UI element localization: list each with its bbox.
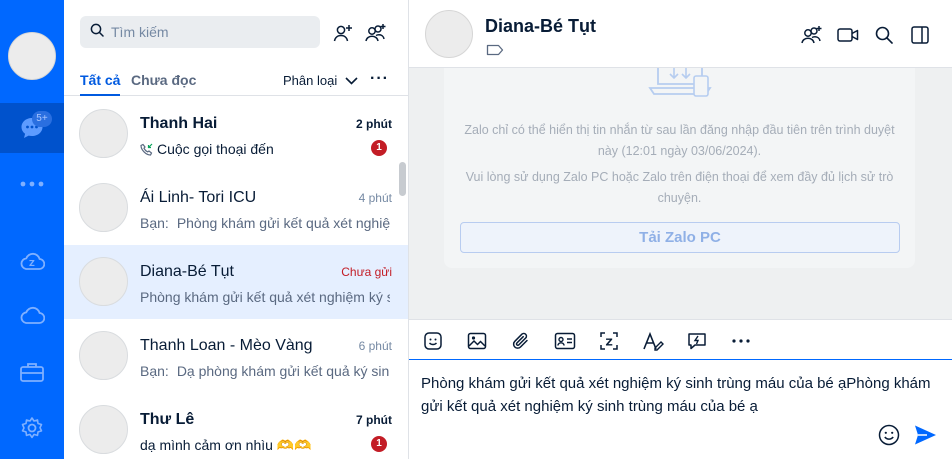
sender-prefix: Bạn: bbox=[140, 363, 169, 379]
chat-title[interactable]: Diana-Bé Tụt bbox=[485, 16, 596, 37]
notice-text-login: Zalo chỉ có thể hiển thị tin nhắn từ sau… bbox=[464, 123, 895, 158]
tab-unread[interactable]: Chưa đọc bbox=[131, 72, 196, 88]
contact-card-icon[interactable] bbox=[553, 329, 577, 353]
more-options-icon[interactable]: ··· bbox=[370, 70, 389, 88]
send-icon[interactable] bbox=[913, 424, 937, 451]
search-box[interactable] bbox=[80, 16, 320, 48]
nav-messages[interactable]: 5+ bbox=[0, 103, 64, 153]
message-preview: Bạn: Phòng khám gửi kết quả xét nghiệm bbox=[140, 215, 390, 231]
nav-rail: 5+ Z bbox=[0, 0, 64, 459]
list-scrollbar[interactable] bbox=[399, 162, 406, 196]
svg-text:Z: Z bbox=[29, 259, 35, 268]
contact-name: Ái Linh- Tori ICU bbox=[140, 189, 257, 206]
unread-count-badge: 1 bbox=[371, 140, 387, 156]
conversation-item[interactable]: Thanh Hai 2 phút Cuộc gọi thoại đến 1 bbox=[64, 97, 408, 171]
user-avatar[interactable] bbox=[8, 32, 56, 80]
message-preview: dạ mình cảm ơn nhìu 🫶🫶 bbox=[140, 437, 390, 454]
attachment-icon[interactable] bbox=[509, 329, 533, 353]
search-input[interactable] bbox=[111, 24, 301, 40]
settings-gear-icon[interactable] bbox=[18, 414, 46, 442]
conversation-item[interactable]: Ái Linh- Tori ICU 4 phút Bạn: Phòng khám… bbox=[64, 171, 408, 245]
filter-bar: Tất cả Chưa đọc Phân loại ··· bbox=[64, 64, 408, 96]
composer-toolbar: Z bbox=[409, 319, 952, 360]
contact-name: Diana-Bé Tụt bbox=[140, 263, 234, 280]
chat-pane: Diana-Bé Tụt Zalo chỉ có thể hiển thị ti… bbox=[409, 0, 952, 459]
message-area: Zalo chỉ có thể hiển thị tin nhắn từ sau… bbox=[409, 68, 952, 319]
search-icon bbox=[90, 23, 104, 42]
sender-prefix: Bạn: bbox=[140, 215, 169, 231]
conversation-item-selected[interactable]: Diana-Bé Tụt Chưa gửi Phòng khám gửi kết… bbox=[64, 245, 408, 319]
download-zalo-pc-button[interactable]: Tải Zalo PC bbox=[460, 222, 900, 253]
conversation-list-pane: Tất cả Chưa đọc Phân loại ··· Thanh Hai … bbox=[64, 0, 409, 459]
incoming-call-icon bbox=[140, 143, 153, 156]
cloud-icon[interactable] bbox=[18, 302, 46, 330]
more-dots-icon[interactable] bbox=[18, 170, 46, 198]
message-preview: Cuộc gọi thoại đến bbox=[140, 141, 390, 157]
create-group-icon[interactable] bbox=[365, 22, 387, 44]
unsent-status: Chưa gửi bbox=[341, 265, 392, 279]
unread-count-badge: 1 bbox=[371, 436, 387, 452]
sticker-icon[interactable] bbox=[421, 329, 445, 353]
chat-header: Diana-Bé Tụt bbox=[409, 0, 952, 68]
classify-dropdown[interactable]: Phân loại bbox=[283, 73, 358, 88]
preview-text: Phòng khám gửi kết quả xét nghiệm ký sin… bbox=[140, 289, 390, 305]
laptop-download-icon bbox=[644, 68, 716, 111]
preview-text: dạ mình cảm ơn nhìu 🫶🫶 bbox=[140, 437, 312, 453]
message-time: 4 phút bbox=[358, 191, 392, 205]
message-input[interactable]: Phòng khám gửi kết quả xét nghiệm ký sin… bbox=[421, 372, 941, 418]
emoji-icon[interactable] bbox=[878, 424, 900, 451]
notice-text-history: Vui lòng sử dụng Zalo PC hoặc Zalo trên … bbox=[465, 170, 894, 205]
message-composer[interactable]: Phòng khám gửi kết quả xét nghiệm ký sin… bbox=[409, 360, 952, 459]
message-count-badge: 5+ bbox=[32, 111, 52, 127]
screenshot-icon[interactable]: Z bbox=[597, 329, 621, 353]
preview-text: Dạ phòng khám gửi kết quả ký sinh bbox=[176, 363, 390, 379]
message-time: 7 phút bbox=[356, 413, 392, 427]
message-time: 2 phút bbox=[356, 117, 392, 131]
contact-avatar bbox=[79, 109, 128, 158]
urgent-message-icon[interactable] bbox=[685, 329, 709, 353]
tag-label-icon[interactable] bbox=[486, 43, 504, 61]
message-preview: Bạn: Dạ phòng khám gửi kết quả ký sinh bbox=[140, 363, 390, 379]
contact-name: Thư Lê bbox=[140, 411, 195, 428]
preview-text: Phòng khám gửi kết quả xét nghiệm bbox=[176, 215, 390, 231]
briefcase-icon[interactable] bbox=[18, 358, 46, 386]
chat-avatar[interactable] bbox=[425, 10, 473, 58]
conversation-list: Thanh Hai 2 phút Cuộc gọi thoại đến 1 Ái… bbox=[64, 97, 408, 459]
more-options-icon[interactable] bbox=[729, 329, 753, 353]
image-icon[interactable] bbox=[465, 329, 489, 353]
message-preview: Phòng khám gửi kết quả xét nghiệm ký sin… bbox=[140, 289, 390, 305]
zcloud-icon[interactable]: Z bbox=[18, 247, 46, 275]
chevron-down-icon bbox=[345, 76, 358, 85]
svg-text:Z: Z bbox=[606, 338, 613, 349]
contact-name: Thanh Hai bbox=[140, 115, 218, 132]
add-friend-icon[interactable] bbox=[332, 22, 354, 44]
contact-avatar bbox=[79, 183, 128, 232]
video-call-icon[interactable] bbox=[837, 24, 859, 46]
search-icon[interactable] bbox=[873, 24, 895, 46]
history-notice: Zalo chỉ có thể hiển thị tin nhắn từ sau… bbox=[444, 68, 915, 268]
classify-label: Phân loại bbox=[283, 73, 338, 88]
tab-all[interactable]: Tất cả bbox=[80, 72, 121, 96]
toggle-sidebar-icon[interactable] bbox=[909, 24, 931, 46]
add-member-icon[interactable] bbox=[801, 24, 823, 46]
contact-name: Thanh Loan - Mèo Vàng bbox=[140, 337, 313, 354]
conversation-item[interactable]: Thư Lê 7 phút dạ mình cảm ơn nhìu 🫶🫶 1 bbox=[64, 393, 408, 459]
contact-avatar bbox=[79, 405, 128, 454]
contact-avatar bbox=[79, 331, 128, 380]
text-format-icon[interactable] bbox=[641, 329, 665, 353]
message-time: 6 phút bbox=[358, 339, 392, 353]
conversation-item[interactable]: Thanh Loan - Mèo Vàng 6 phút Bạn: Dạ phò… bbox=[64, 319, 408, 393]
preview-text: Cuộc gọi thoại đến bbox=[157, 141, 274, 157]
contact-avatar bbox=[79, 257, 128, 306]
